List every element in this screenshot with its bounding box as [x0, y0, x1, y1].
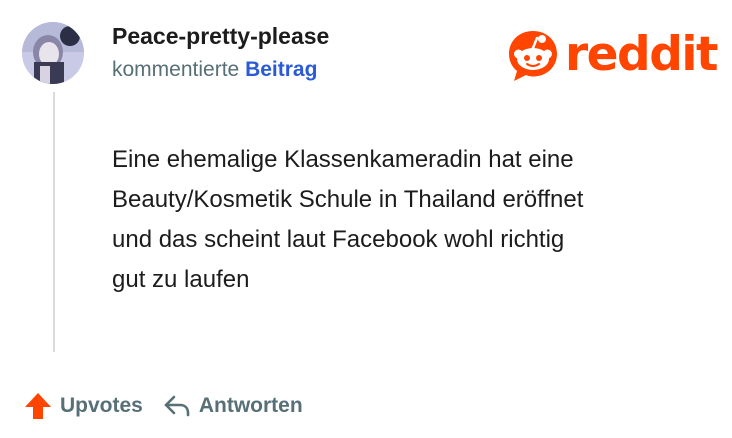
- username[interactable]: Peace-pretty-please: [112, 23, 329, 50]
- post-link[interactable]: Beitrag: [245, 58, 317, 81]
- reddit-wordmark: reddit: [565, 26, 718, 82]
- reddit-snoo-icon: [509, 31, 557, 81]
- comment-line: Eine ehemalige Klassenkameradin hat eine: [112, 146, 574, 173]
- upvote-label: Upvotes: [60, 394, 143, 417]
- thread-line: [53, 92, 55, 352]
- reply-arrow-icon: [164, 395, 190, 417]
- meta-action-text: kommentierte: [112, 58, 240, 81]
- comment-line: und das scheint laut Facebook wohl richt…: [112, 226, 565, 253]
- upvote-arrow-icon: [25, 393, 51, 419]
- comment-line: gut zu laufen: [112, 266, 250, 293]
- reply-label: Antworten: [198, 394, 303, 417]
- reddit-logo: reddit: [505, 26, 718, 84]
- comment-line: Beauty/Kosmetik Schule in Thailand eröff…: [112, 186, 584, 213]
- comment-actions: Upvotes Antworten: [22, 388, 303, 424]
- reply-button[interactable]: Antworten: [161, 390, 303, 422]
- user-avatar[interactable]: [22, 22, 84, 84]
- comment-body: Eine ehemalige Klassenkameradin hat eine…: [112, 140, 712, 300]
- comment-meta: kommentierte Beitrag: [112, 58, 317, 82]
- upvote-button[interactable]: Upvotes: [22, 390, 143, 422]
